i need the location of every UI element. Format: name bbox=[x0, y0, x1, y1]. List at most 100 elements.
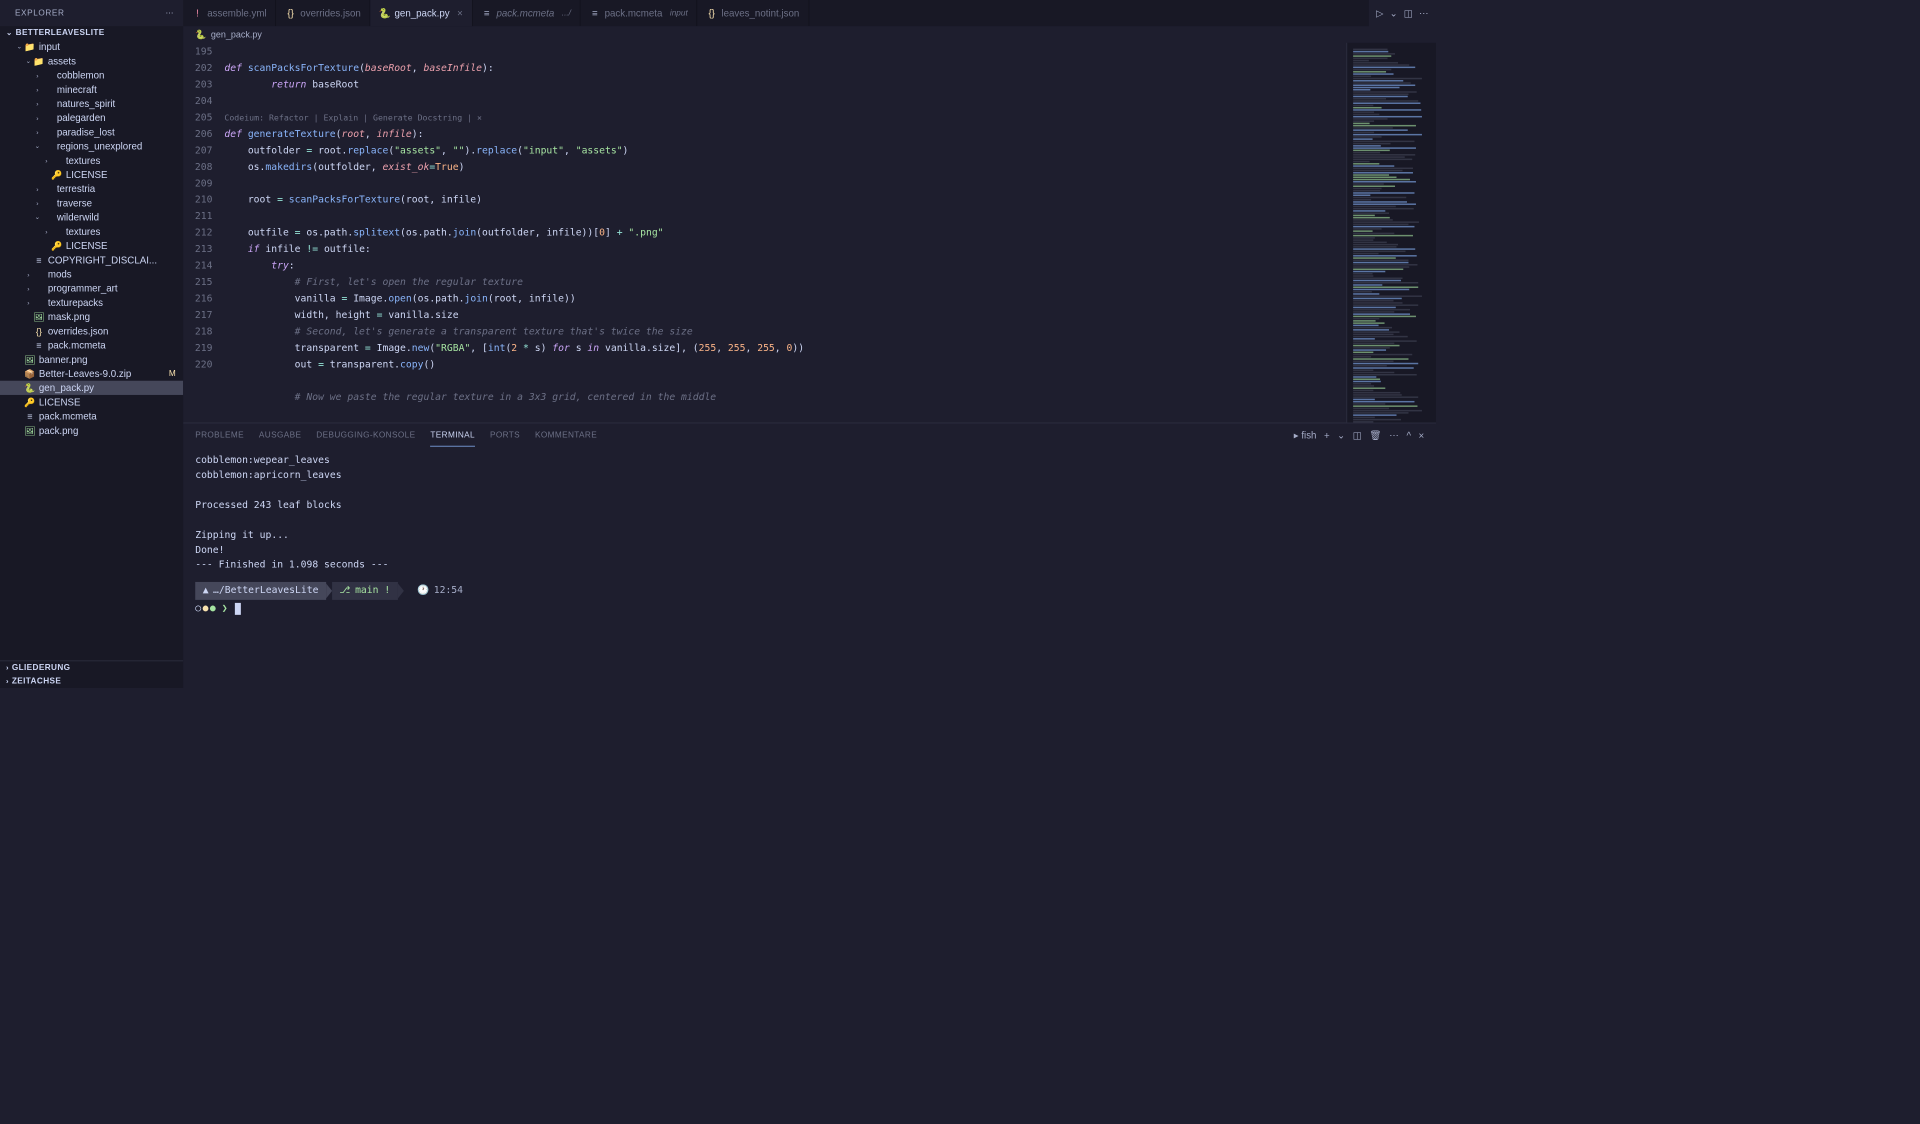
panel-tab[interactable]: KOMMENTARE bbox=[535, 425, 597, 446]
tree-item[interactable]: ⌄📁input bbox=[0, 40, 183, 54]
editor-tab[interactable]: ≡pack.mcmetainput bbox=[581, 0, 698, 26]
close-icon[interactable]: × bbox=[457, 7, 463, 18]
chevron-icon: › bbox=[33, 128, 42, 135]
explorer-more-icon[interactable]: ⋯ bbox=[165, 8, 174, 18]
run-dropdown-icon[interactable]: ⌄ bbox=[1390, 7, 1398, 19]
tree-item[interactable]: ›mods bbox=[0, 267, 183, 281]
editor-tab[interactable]: {}leaves_notint.json bbox=[697, 0, 809, 26]
tree-item[interactable]: ›natures_spirit bbox=[0, 96, 183, 110]
project-header[interactable]: ⌄ BETTERLEAVESLITE bbox=[0, 26, 183, 39]
terminal-input-line[interactable]: ○●● ❯ bbox=[195, 601, 1424, 616]
panel-tab[interactable]: PORTS bbox=[490, 425, 520, 446]
run-icon[interactable]: ▷ bbox=[1376, 7, 1383, 19]
git-branch-icon: ⎇ bbox=[339, 583, 350, 598]
split-editor-icon[interactable]: ◫ bbox=[1404, 7, 1413, 19]
tree-item[interactable]: 📦Better-Leaves-9.0.zipM bbox=[0, 367, 183, 381]
terminal-shell-icon[interactable]: ▸ fish bbox=[1294, 429, 1317, 441]
tree-item[interactable]: 🔑LICENSE bbox=[0, 168, 183, 182]
tree-item-label: assets bbox=[48, 55, 76, 66]
kill-terminal-icon[interactable]: 🗑 bbox=[1369, 429, 1381, 441]
file-icon: 🖼 bbox=[24, 425, 36, 435]
tree-item[interactable]: ≡COPYRIGHT_DISCLAI... bbox=[0, 253, 183, 267]
tree-item-label: LICENSE bbox=[39, 396, 81, 407]
line-number: 211 bbox=[183, 209, 212, 225]
tree-item[interactable]: 🖼mask.png bbox=[0, 310, 183, 324]
file-type-icon: ≡ bbox=[482, 8, 492, 18]
tree-item[interactable]: ≡pack.mcmeta bbox=[0, 338, 183, 352]
minimap[interactable] bbox=[1346, 43, 1436, 423]
line-number: 208 bbox=[183, 159, 212, 175]
tree-item[interactable]: 🖼banner.png bbox=[0, 352, 183, 366]
tree-item-label: LICENSE bbox=[66, 240, 108, 251]
tree-item[interactable]: ›palegarden bbox=[0, 111, 183, 125]
tree-item-label: LICENSE bbox=[66, 169, 108, 180]
tree-item[interactable]: › texturepacks bbox=[0, 295, 183, 309]
tree-item[interactable]: {}overrides.json bbox=[0, 324, 183, 338]
panel-tab[interactable]: PROBLEME bbox=[195, 425, 244, 446]
maximize-panel-icon[interactable]: ^ bbox=[1406, 430, 1411, 441]
line-number: 202 bbox=[183, 61, 212, 77]
tab-label: pack.mcmeta bbox=[496, 7, 554, 18]
terminal-line: Done! bbox=[195, 543, 1424, 558]
editor-tab[interactable]: ≡ pack.mcmeta .../ bbox=[473, 0, 581, 26]
tree-item-label: mods bbox=[48, 269, 72, 280]
tree-item[interactable]: 🐍gen_pack.py bbox=[0, 381, 183, 395]
tree-item[interactable]: ›programmer_art bbox=[0, 281, 183, 295]
split-terminal-icon[interactable]: ◫ bbox=[1353, 429, 1362, 441]
tree-item[interactable]: ›textures bbox=[0, 224, 183, 238]
tree-item[interactable]: 🖼pack.png bbox=[0, 423, 183, 437]
tree-item[interactable]: 🔑LICENSE bbox=[0, 395, 183, 409]
chevron-icon: › bbox=[24, 299, 33, 306]
tree-item[interactable]: ›terrestria bbox=[0, 182, 183, 196]
sidebar-section[interactable]: ›ZEITACHSE bbox=[0, 675, 183, 688]
line-number: 219 bbox=[183, 340, 212, 356]
panel-tab[interactable]: DEBUGGING-KONSOLE bbox=[316, 425, 415, 446]
tree-item[interactable]: 🔑LICENSE bbox=[0, 239, 183, 253]
tab-actions: ▷ ⌄ ◫ ⋯ bbox=[1369, 0, 1436, 26]
tree-item-label: textures bbox=[66, 155, 101, 166]
chevron-icon: › bbox=[42, 157, 51, 164]
tree-item-label: textures bbox=[66, 226, 101, 237]
panel-tab[interactable]: AUSGABE bbox=[259, 425, 301, 446]
terminal[interactable]: cobblemon:wepear_leavescobblemon:apricor… bbox=[183, 447, 1436, 688]
tree-item-label: palegarden bbox=[57, 112, 106, 123]
tree-item[interactable]: › textures bbox=[0, 153, 183, 167]
prompt-time: 12:54 bbox=[434, 583, 463, 598]
clock-icon: 🕐 bbox=[417, 583, 429, 598]
tree-item[interactable]: ›minecraft bbox=[0, 82, 183, 96]
tree-item[interactable]: ⌄regions_unexplored bbox=[0, 139, 183, 153]
terminal-line: cobblemon:apricorn_leaves bbox=[195, 468, 1424, 483]
more-actions-icon[interactable]: ⋯ bbox=[1419, 7, 1429, 19]
panel-tab[interactable]: TERMINAL bbox=[430, 424, 475, 446]
codelens[interactable]: Codeium: Refactor | Explain | Generate D… bbox=[224, 113, 482, 123]
sidebar-section[interactable]: ›GLIEDERUNG bbox=[0, 661, 183, 674]
editor-tab[interactable]: !assemble.yml bbox=[183, 0, 276, 26]
file-type-icon: ! bbox=[192, 8, 202, 18]
close-panel-icon[interactable]: × bbox=[1419, 430, 1425, 441]
editor-tab[interactable]: 🐍gen_pack.py× bbox=[371, 0, 473, 26]
prompt-path: …/BetterLeavesLite bbox=[213, 583, 318, 598]
line-number: 207 bbox=[183, 143, 212, 159]
tree-item[interactable]: ⌄wilderwild bbox=[0, 210, 183, 224]
tree-item[interactable]: ›paradise_lost bbox=[0, 125, 183, 139]
tab-suffix: .../ bbox=[562, 9, 571, 18]
tree-item-label: input bbox=[39, 41, 60, 52]
terminal-dropdown-icon[interactable]: ⌄ bbox=[1337, 429, 1345, 441]
tree-item-label: texturepacks bbox=[48, 297, 103, 308]
tree-item[interactable]: ⌄📁assets bbox=[0, 54, 183, 68]
file-type-icon: ≡ bbox=[590, 8, 600, 18]
editor-tab[interactable]: {}overrides.json bbox=[276, 0, 370, 26]
file-icon: {} bbox=[33, 326, 45, 336]
more-icon[interactable]: ⋯ bbox=[1389, 429, 1399, 441]
line-number: 205 bbox=[183, 110, 212, 126]
chevron-icon: › bbox=[24, 285, 33, 292]
tree-item[interactable]: ›cobblemon bbox=[0, 68, 183, 82]
new-terminal-icon[interactable]: + bbox=[1324, 430, 1330, 441]
file-type-icon: {} bbox=[706, 8, 716, 18]
tree-item[interactable]: ≡pack.mcmeta bbox=[0, 409, 183, 423]
breadcrumb[interactable]: 🐍 gen_pack.py bbox=[183, 26, 1436, 42]
line-number: 206 bbox=[183, 126, 212, 142]
tree-item-label: COPYRIGHT_DISCLAI... bbox=[48, 254, 157, 265]
code-editor[interactable]: def scanPacksForTexture(baseRoot, baseIn… bbox=[224, 43, 1346, 423]
tree-item[interactable]: ›traverse bbox=[0, 196, 183, 210]
